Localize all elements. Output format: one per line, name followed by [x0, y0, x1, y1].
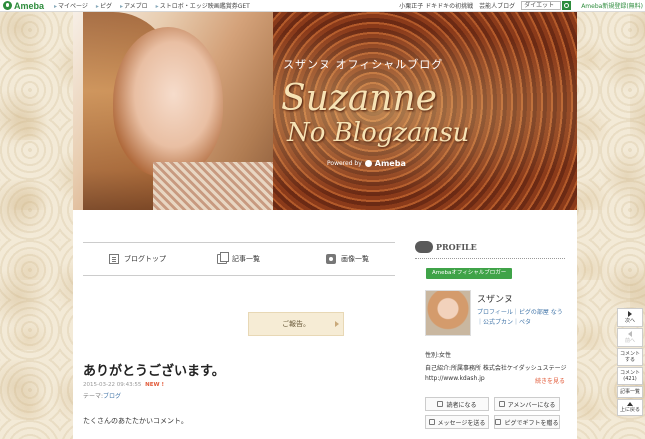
blog-header-banner[interactable]: スザンヌ オフィシャルブログ Suzanne No Blogzansu Powe…: [73, 12, 577, 210]
profile-links[interactable]: プロフィール｜ピグの部屋 なう｜公式プカン｜ペタ: [477, 308, 567, 328]
document-icon: [109, 254, 119, 264]
signup-link[interactable]: Ameba新規登録(無料): [581, 1, 643, 10]
powered-by-label: Powered by: [327, 160, 362, 167]
celebrity-blog-link[interactable]: 芸能人ブログ: [479, 1, 515, 10]
entry-theme: テーマ:ブログ: [83, 391, 121, 400]
search-icon[interactable]: [562, 1, 572, 10]
photo-face: [113, 27, 223, 177]
global-nav: マイページ ピグ アメブロ ストロボ・エッジ映画鑑賞券GET: [54, 1, 258, 10]
entry-body: たくさんのあたたかいコメント。: [83, 417, 188, 425]
blog-title-line2: No Blogzansu: [287, 118, 470, 148]
ameba-logo-text: Ameba: [14, 0, 45, 11]
send-message-label: メッセージを送る: [437, 419, 486, 427]
prev-label: 前へ: [624, 338, 635, 344]
header-right: 小栗正子 ドキドキの初挑戦 芸能人ブログ ダイエット Ameba新規登録(無料): [393, 1, 643, 10]
search-input[interactable]: ダイエット: [521, 1, 562, 10]
blog-subtitle: スザンヌ オフィシャルブログ: [283, 58, 444, 71]
avatar[interactable]: [425, 290, 471, 336]
next-button[interactable]: 次へ: [617, 308, 643, 327]
entry-meta: 2015-03-22 09:43:55 NEW !: [83, 382, 164, 388]
profile-badge-icon: [415, 241, 433, 253]
next-label: 次へ: [624, 318, 635, 324]
photo-dress: [153, 162, 273, 210]
floating-side-nav: 次へ 前へ コメントする コメント(421) 記事一覧 上に戻る: [617, 308, 643, 417]
entry-theme-label: テーマ:: [83, 393, 104, 400]
comments-count-button[interactable]: コメント(421): [617, 367, 643, 385]
become-member-button[interactable]: アメンバーになる: [494, 397, 560, 411]
nav-promo[interactable]: ストロボ・エッジ映画鑑賞券GET: [156, 1, 250, 10]
back-to-top-button[interactable]: 上に戻る: [617, 399, 643, 416]
entry-theme-link[interactable]: ブログ: [103, 393, 121, 400]
header-notice-link[interactable]: 小栗正子 ドキドキの初挑戦: [399, 1, 473, 10]
nav-ameblo[interactable]: アメブロ: [120, 1, 148, 10]
reader-icon: [437, 401, 444, 407]
profile-label: PROFILE: [436, 242, 477, 252]
comment-button[interactable]: コメントする: [617, 348, 643, 366]
tab-blog-top[interactable]: ブログトップ: [109, 254, 166, 264]
mail-icon: [428, 419, 435, 425]
camera-icon: [326, 254, 336, 264]
report-button[interactable]: ご報告。: [248, 312, 344, 336]
ameba-logo[interactable]: Ameba: [0, 0, 44, 12]
entry-title[interactable]: ありがとうございます。: [83, 360, 225, 379]
prev-button[interactable]: 前へ: [617, 328, 643, 347]
send-gift-button[interactable]: ピグでギフトを贈る: [494, 415, 560, 429]
blog-title-line1: Suzanne: [281, 78, 437, 119]
send-gift-label: ピグでギフトを贈る: [504, 419, 559, 427]
tab-article-list[interactable]: 記事一覧: [217, 252, 260, 264]
blog-page: スザンヌ オフィシャルブログ Suzanne No Blogzansu Powe…: [73, 12, 577, 439]
arrow-left-icon: [628, 331, 632, 337]
become-reader-button[interactable]: 読者になる: [425, 397, 489, 411]
member-icon: [498, 401, 505, 407]
arrow-right-icon: [335, 321, 339, 327]
report-button-label: ご報告。: [282, 320, 310, 328]
become-reader-label: 読者になる: [446, 401, 477, 409]
article-list-label: 記事一覧: [619, 389, 640, 395]
ameba-logo-icon: [3, 1, 12, 10]
entry-date: 2015-03-22 09:43:55: [83, 382, 142, 388]
powered-by: Powered by Ameba: [327, 159, 406, 168]
profile-heading: PROFILE: [415, 241, 477, 253]
nav-mypage[interactable]: マイページ: [54, 1, 88, 10]
tabs-divider-top: [83, 242, 395, 243]
official-blogger-badge[interactable]: Amebaオフィシャルブロガー: [426, 268, 513, 279]
arrow-right-icon: [628, 311, 632, 317]
profile-gender: 性別:女性: [425, 352, 452, 359]
article-list-button[interactable]: 記事一覧: [617, 386, 643, 398]
tab-image-list-label: 画像一覧: [341, 255, 369, 263]
arrow-up-icon: [627, 402, 633, 406]
comments-count-label: コメント(421): [619, 370, 640, 382]
comment-label: コメントする: [619, 351, 640, 363]
send-message-button[interactable]: メッセージを送る: [425, 415, 489, 429]
read-more-link[interactable]: 続きを見る: [535, 376, 565, 385]
tabs-divider-bottom: [83, 275, 395, 276]
ameba-mark-icon: [364, 160, 372, 167]
tab-article-list-label: 記事一覧: [232, 255, 260, 263]
become-member-label: アメンバーになる: [507, 401, 556, 409]
profile-divider: [415, 258, 565, 259]
profile-name: スザンヌ: [477, 295, 514, 305]
header-photo: [73, 12, 273, 210]
pages-icon: [217, 252, 229, 264]
nav-pigg[interactable]: ピグ: [96, 1, 112, 10]
tab-blog-top-label: ブログトップ: [124, 255, 166, 263]
powered-by-brand: Ameba: [374, 159, 406, 168]
global-header: Ameba マイページ ピグ アメブロ ストロボ・エッジ映画鑑賞券GET 小栗正…: [0, 0, 645, 12]
back-to-top-label: 上に戻る: [619, 407, 640, 413]
new-badge: NEW !: [145, 382, 165, 388]
tab-image-list[interactable]: 画像一覧: [326, 254, 369, 264]
gift-icon: [495, 419, 502, 425]
